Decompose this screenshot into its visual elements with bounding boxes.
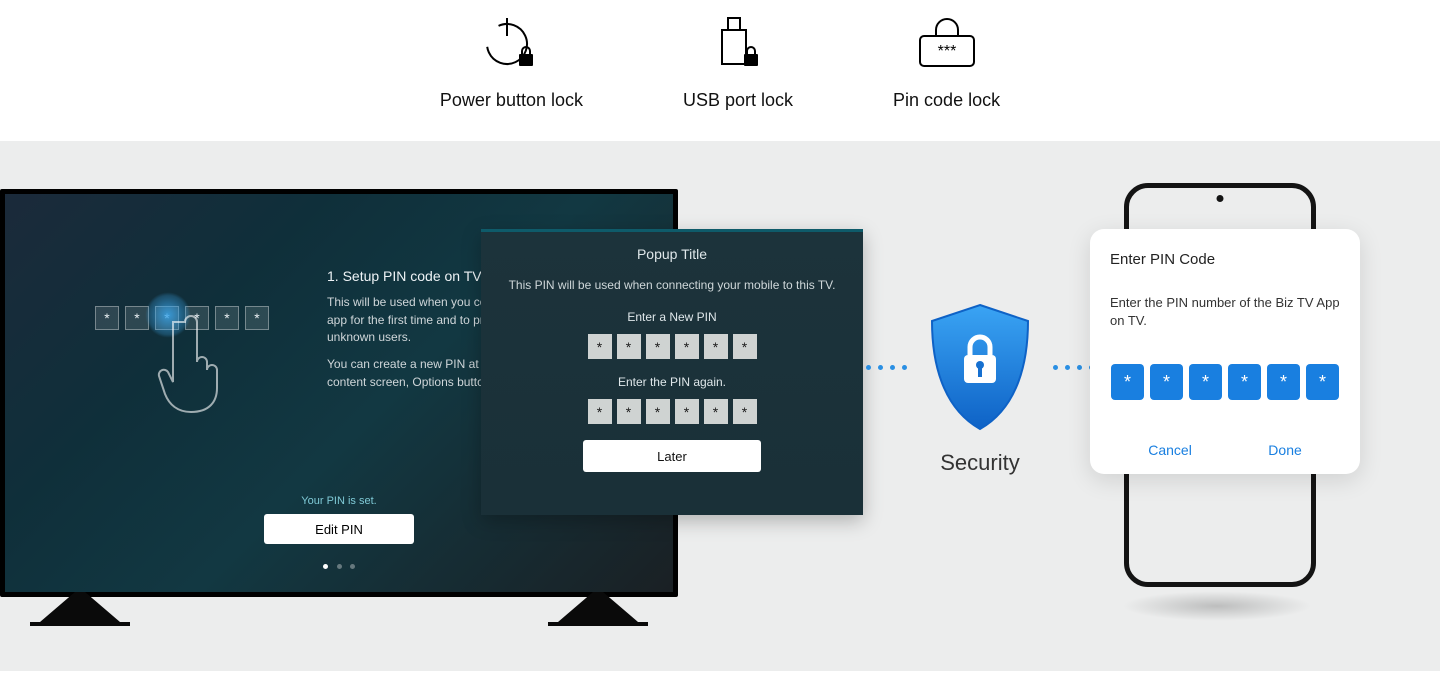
pin-digit: * <box>675 334 699 359</box>
pin-digit: * <box>1150 364 1183 400</box>
svg-text:***: *** <box>937 43 956 60</box>
security-label: Security <box>870 450 1090 476</box>
dotted-connector <box>1053 365 1094 370</box>
pin-digit: * <box>95 306 119 330</box>
popup-pin-row-1: * * * * * * <box>499 334 845 359</box>
pagination-dots <box>5 556 673 574</box>
feature-label: Power button lock <box>440 90 583 111</box>
dotted-connector <box>866 365 907 370</box>
security-block: Security <box>870 301 1090 476</box>
pin-lock-icon: *** <box>893 10 1000 70</box>
pin-digit: * <box>1189 364 1222 400</box>
shield-icon <box>920 301 1040 433</box>
edit-pin-button[interactable]: Edit PIN <box>264 514 414 544</box>
popup-enter-new-label: Enter a New PIN <box>499 310 845 324</box>
pin-digit: * <box>704 334 728 359</box>
pin-digit: * <box>675 399 699 424</box>
feature-pin: *** Pin code lock <box>893 10 1000 111</box>
cancel-label: Cancel <box>1148 442 1192 458</box>
phone-camera <box>1217 195 1224 202</box>
phone-dialog-title: Enter PIN Code <box>1110 251 1340 268</box>
power-lock-icon <box>440 10 583 70</box>
feature-icons-row: Power button lock USB port lock *** Pin … <box>0 0 1440 141</box>
cancel-button[interactable]: Cancel <box>1148 442 1192 458</box>
pin-digit: * <box>588 334 612 359</box>
feature-label: USB port lock <box>683 90 793 111</box>
tv-stand <box>25 592 135 626</box>
phone-dialog-actions: Cancel Done <box>1110 442 1340 458</box>
dot-active <box>323 564 328 569</box>
done-button[interactable]: Done <box>1268 442 1301 458</box>
pin-digit: * <box>646 334 670 359</box>
edit-pin-label: Edit PIN <box>315 522 363 537</box>
pin-digit: * <box>1228 364 1261 400</box>
dot <box>337 564 342 569</box>
feature-label: Pin code lock <box>893 90 1000 111</box>
feature-power: Power button lock <box>440 10 583 111</box>
popup-title: Popup Title <box>499 246 845 262</box>
pin-digit: * <box>704 399 728 424</box>
pin-digit: * <box>245 306 269 330</box>
done-label: Done <box>1268 442 1301 458</box>
usb-lock-icon <box>683 10 793 70</box>
later-button[interactable]: Later <box>583 440 761 472</box>
phone-pin-dialog: Enter PIN Code Enter the PIN number of t… <box>1090 229 1360 474</box>
popup-description: This PIN will be used when connecting yo… <box>499 278 845 292</box>
pin-digit: * <box>1267 364 1300 400</box>
popup-enter-again-label: Enter the PIN again. <box>499 375 845 389</box>
feature-usb: USB port lock <box>683 10 793 111</box>
popup-pin-row-2: * * * * * * <box>499 399 845 424</box>
dot <box>350 564 355 569</box>
phone-pin-row: * * * * * * <box>1110 364 1340 400</box>
hand-icon <box>155 314 225 419</box>
tv-popup-dialog: Popup Title This PIN will be used when c… <box>481 229 863 515</box>
later-label: Later <box>657 449 687 464</box>
phone-dialog-description: Enter the PIN number of the Biz TV App o… <box>1110 294 1340 330</box>
illustration-section: * * * * * * 1. Setup PIN code on TV This… <box>0 141 1440 671</box>
tv-stand <box>543 592 653 626</box>
pin-digit: * <box>1111 364 1144 400</box>
phone-shadow <box>1122 591 1312 621</box>
pin-digit: * <box>733 399 757 424</box>
pin-digit: * <box>617 334 641 359</box>
pin-digit: * <box>646 399 670 424</box>
pin-digit: * <box>617 399 641 424</box>
pin-digit: * <box>588 399 612 424</box>
pin-digit: * <box>733 334 757 359</box>
pin-digit: * <box>1306 364 1339 400</box>
